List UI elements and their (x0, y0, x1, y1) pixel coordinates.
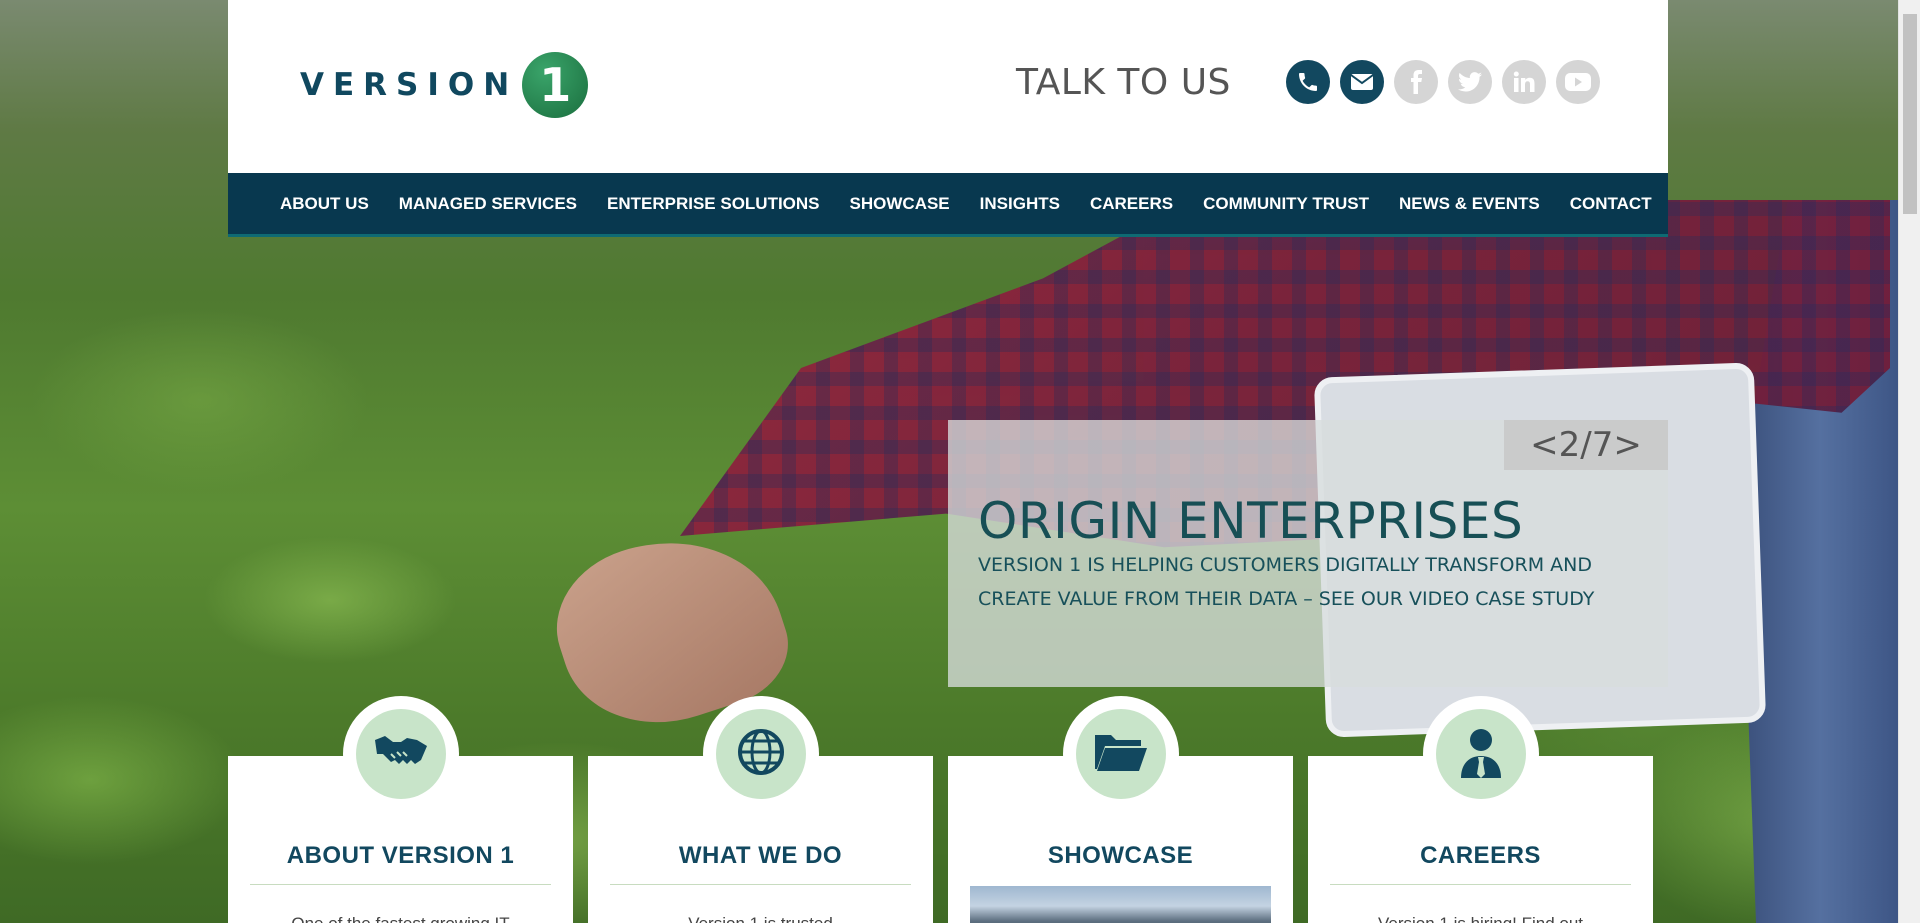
phone-icon[interactable] (1286, 60, 1330, 104)
card-title: CAREERS (1420, 842, 1541, 869)
card-title: WHAT WE DO (678, 842, 843, 869)
card-title: ABOUT VERSION 1 (286, 842, 515, 869)
globe-icon (737, 728, 785, 781)
logo-mark: 1 (522, 52, 589, 118)
site-header: VERSION 1 TALK TO US (228, 0, 1668, 173)
card-divider (1330, 884, 1631, 885)
logo-wordmark: VERSION (300, 67, 519, 103)
slide-counter[interactable]: <2/7> (1504, 420, 1668, 470)
slide-description: VERSION 1 IS HELPING CUSTOMERS DIGITALLY… (978, 554, 1595, 610)
card-about-version1[interactable]: ABOUT VERSION 1 One of the fastest growi… (228, 696, 573, 923)
businessman-icon (1459, 726, 1503, 783)
card-divider (250, 884, 551, 885)
social-links (1286, 60, 1600, 104)
slide-title: ORIGIN ENTERPRISES (978, 492, 1524, 550)
facebook-icon[interactable] (1394, 60, 1438, 104)
nav-careers[interactable]: CAREERS (1090, 194, 1173, 214)
handshake-icon (373, 732, 429, 777)
nav-about-us[interactable]: ABOUT US (280, 194, 369, 214)
hero-slide-caption[interactable]: <2/7> ORIGIN ENTERPRISES VERSION 1 IS HE… (948, 420, 1668, 687)
card-text: One of the fastest growing IT (228, 914, 573, 923)
card-text: Version 1 is hiring! Find out (1308, 914, 1653, 923)
youtube-icon[interactable] (1556, 60, 1600, 104)
folder-icon (1093, 731, 1149, 778)
nav-contact[interactable]: CONTACT (1570, 194, 1652, 214)
version1-logo[interactable]: VERSION 1 (300, 52, 589, 118)
card-title: SHOWCASE (1047, 842, 1194, 869)
nav-news-events[interactable]: NEWS & EVENTS (1399, 194, 1540, 214)
card-divider (610, 884, 911, 885)
card-text: Version 1 is trusted (588, 914, 933, 923)
main-nav: ABOUT US MANAGED SERVICES ENTERPRISE SOL… (228, 173, 1668, 237)
nav-managed-services[interactable]: MANAGED SERVICES (399, 194, 577, 214)
page-scrollbar[interactable] (1898, 0, 1920, 923)
email-icon[interactable] (1340, 60, 1384, 104)
nav-community-trust[interactable]: COMMUNITY TRUST (1203, 194, 1369, 214)
card-showcase[interactable]: SHOWCASE (948, 696, 1293, 923)
card-careers[interactable]: CAREERS Version 1 is hiring! Find out (1308, 696, 1653, 923)
showcase-thumbnail[interactable] (970, 886, 1271, 923)
linkedin-icon[interactable] (1502, 60, 1546, 104)
scrollbar-thumb[interactable] (1903, 14, 1917, 214)
nav-enterprise-solutions[interactable]: ENTERPRISE SOLUTIONS (607, 194, 820, 214)
nav-insights[interactable]: INSIGHTS (980, 194, 1060, 214)
nav-showcase[interactable]: SHOWCASE (850, 194, 950, 214)
talk-to-us-label: TALK TO US (1016, 62, 1231, 103)
twitter-icon[interactable] (1448, 60, 1492, 104)
card-what-we-do[interactable]: WHAT WE DO Version 1 is trusted (588, 696, 933, 923)
